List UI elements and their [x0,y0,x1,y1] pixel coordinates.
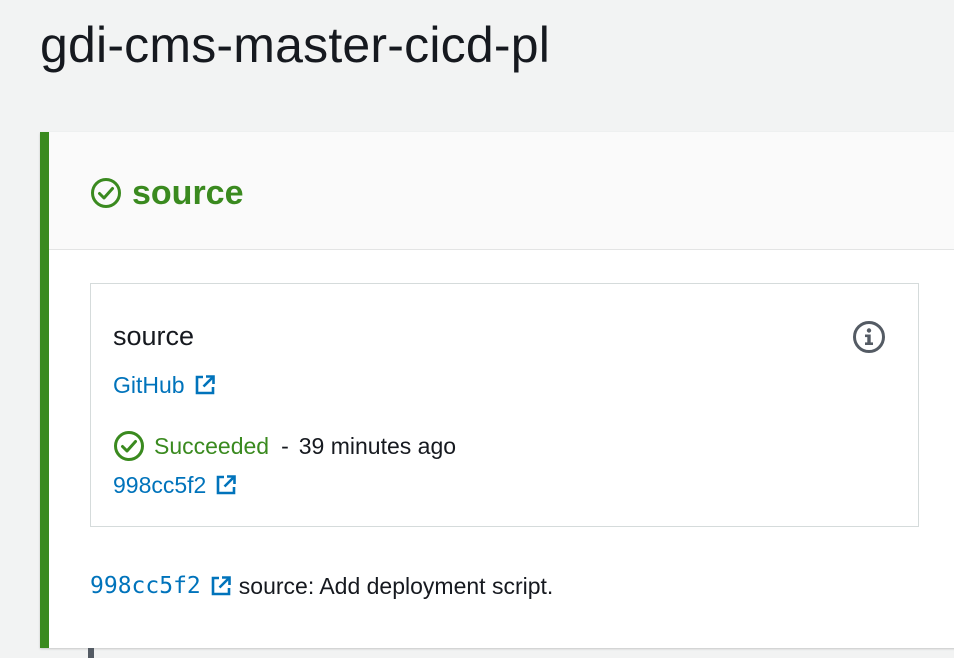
status-separator: - [281,433,289,459]
status-time: 39 minutes ago [298,433,457,459]
stage-commit-summary: 998cc5f2 source: Add deployment script. [90,572,553,600]
page-title: gdi-cms-master-cicd-pl [40,17,551,73]
commit-message: source: Add deployment script. [238,573,554,599]
pipeline-page: gdi-cms-master-cicd-pl source source Git… [0,0,954,658]
stage-header: source [49,132,954,250]
external-link-icon [194,374,216,396]
action-name: source [113,321,195,351]
info-icon[interactable] [852,320,886,354]
commit-link[interactable]: 998cc5f2 [113,471,237,499]
stage-title: source [90,173,244,213]
commit-id: 998cc5f2 [113,472,207,498]
status-label: Succeeded [154,433,270,459]
summary-commit-id: 998cc5f2 [90,573,201,599]
external-link-icon [215,474,237,496]
stage-name: source [132,174,244,212]
check-circle-icon [113,430,145,462]
provider-link-label: GitHub [113,372,185,398]
stage-connector [88,648,94,658]
external-link-icon [210,575,232,597]
summary-commit-link[interactable]: 998cc5f2 [90,572,232,600]
stage-status-accent [40,132,49,648]
action-card: source GitHub Succeeded - 39 minutes ago… [90,283,919,527]
check-circle-icon [90,177,122,209]
stage-panel: source source GitHub Succeeded - 39 minu… [40,132,954,648]
provider-link[interactable]: GitHub [113,371,216,399]
action-status: Succeeded - 39 minutes ago [113,430,456,462]
